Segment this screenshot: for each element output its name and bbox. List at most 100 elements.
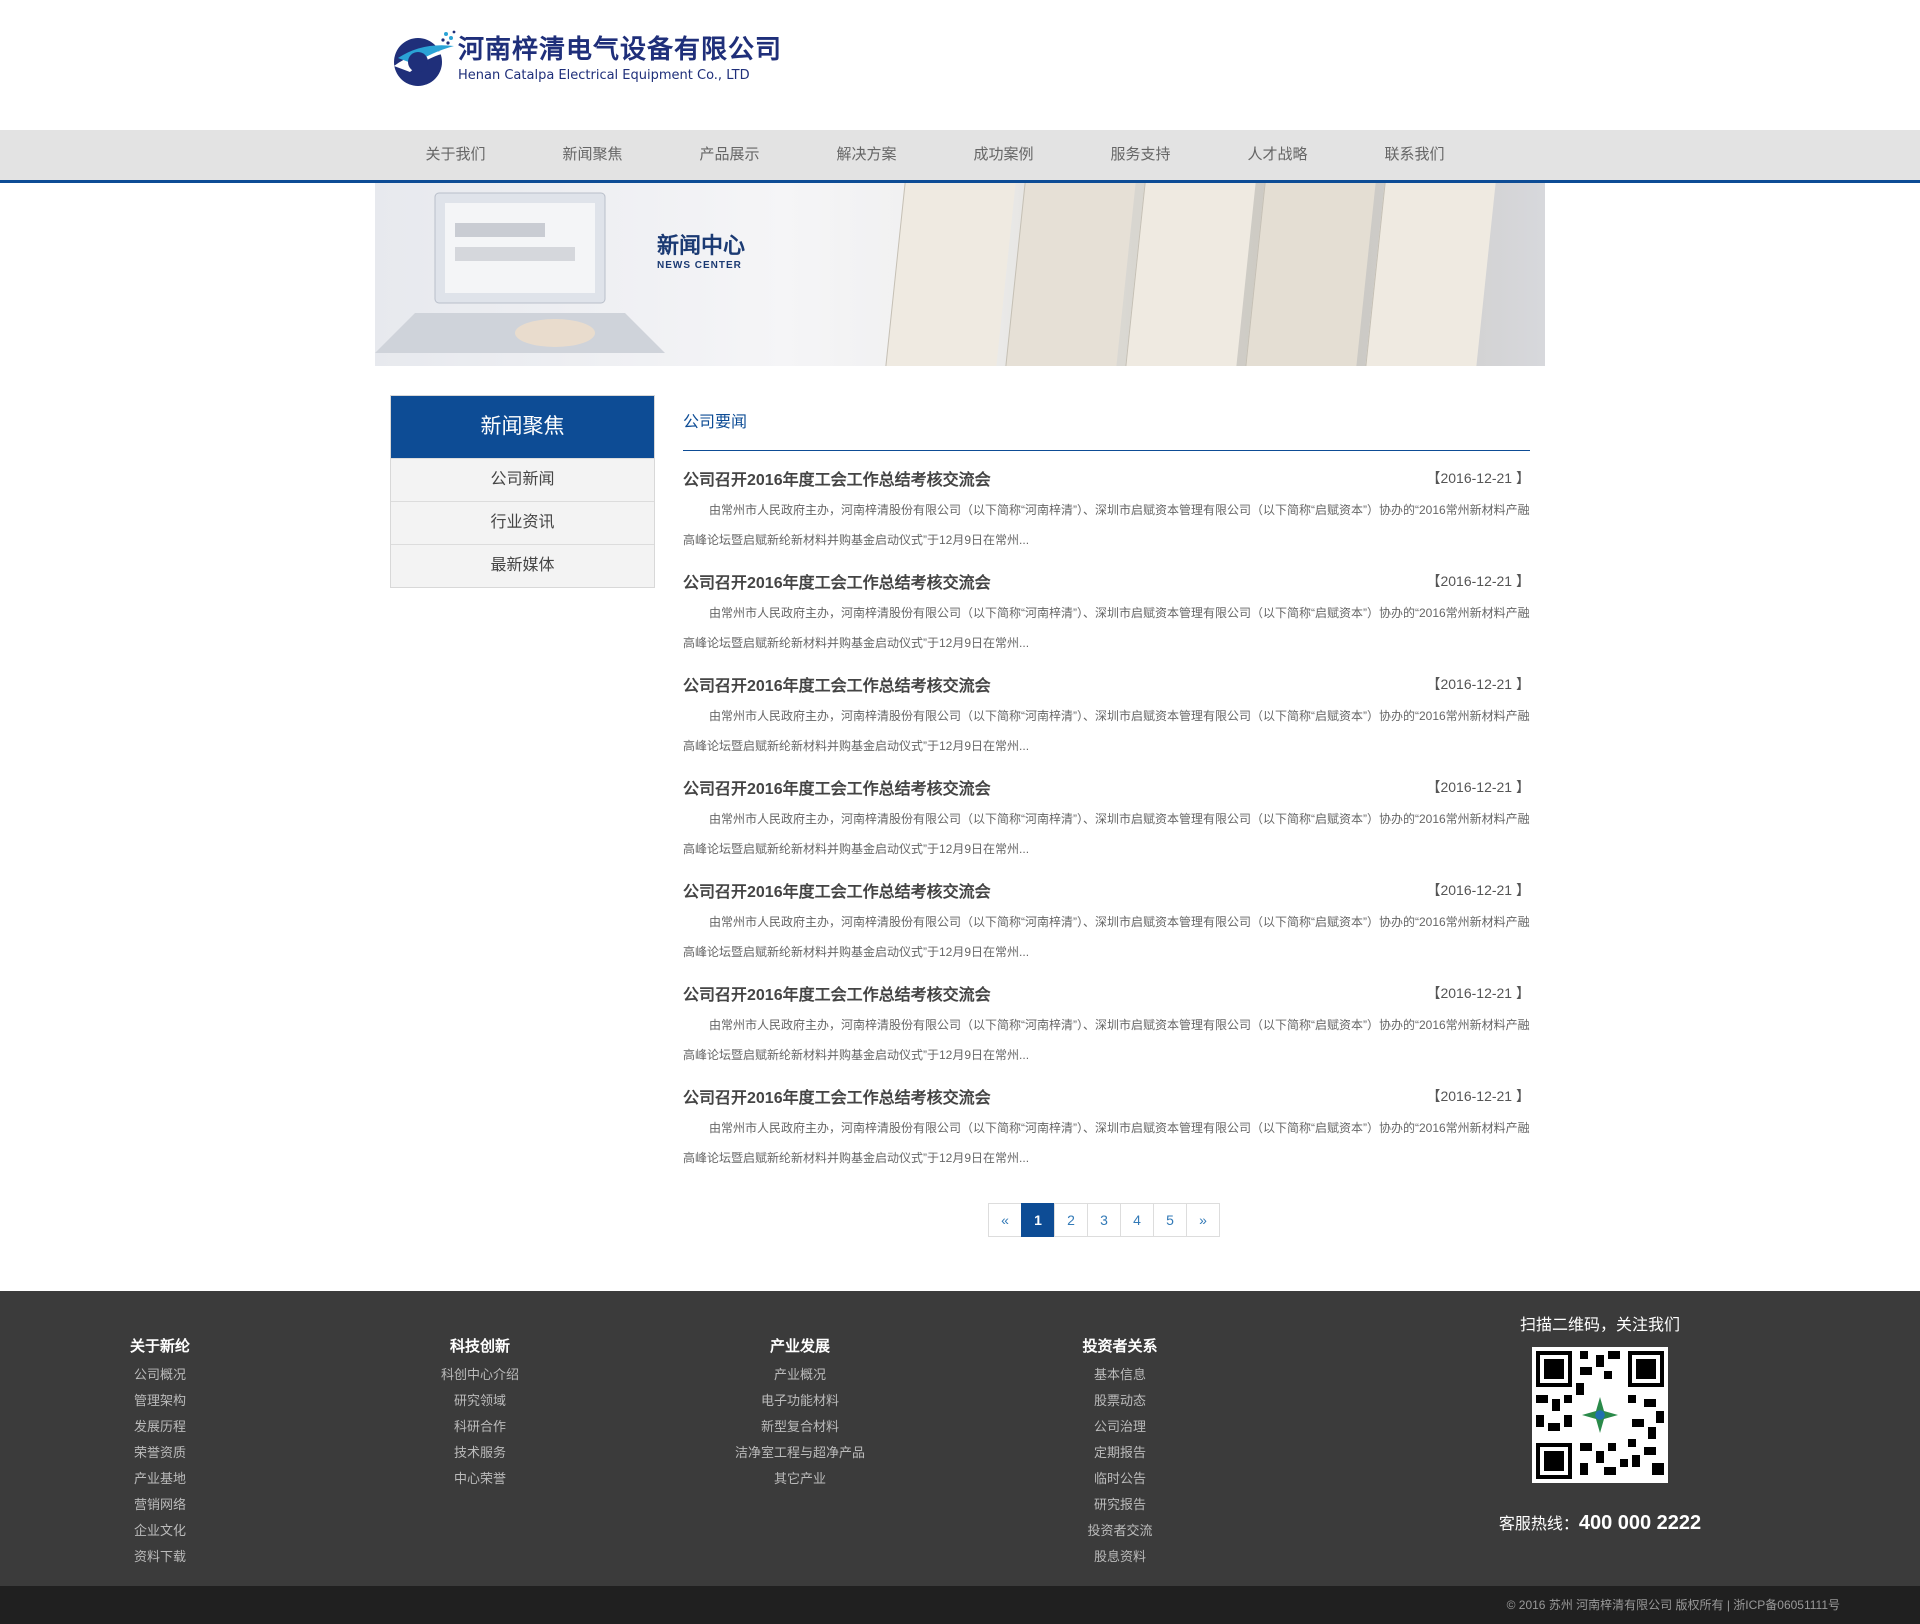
footer-link[interactable]: 公司治理 [1060,1414,1180,1440]
newspaper-stack [1125,183,1256,366]
news-summary: 由常州市人民政府主办，河南梓清股份有限公司（以下简称“河南梓清”）、深圳市启赋资… [683,812,1530,856]
footer-link[interactable]: 研究报告 [1060,1492,1180,1518]
footer-link[interactable]: 发展历程 [110,1414,210,1440]
footer-col-title: 科技创新 [449,1338,510,1355]
news-head: 公司召开2016年度工会工作总结考核交流会 【2016-12-21 】 [683,976,1530,1010]
logo-mark-icon [394,30,456,86]
news-date: 【2016-12-21 】 [1426,1088,1530,1104]
news-title-link[interactable]: 公司召开2016年度工会工作总结考核交流会 [683,466,991,490]
news-center-banner: 新闻中心 NEWS CENTER [375,183,1545,366]
footer-link[interactable]: 资料下载 [110,1544,210,1570]
qr-caption: 扫描二维码，关注我们 [1519,1317,1680,1334]
news-head: 公司召开2016年度工会工作总结考核交流会 【2016-12-21 】 [683,667,1530,701]
news-item: 公司召开2016年度工会工作总结考核交流会 【2016-12-21 】 由常州市… [683,1079,1530,1182]
pagination-page-5[interactable]: 5 [1153,1203,1187,1237]
footer-col-about: 关于新纶 公司概况 管理架构 发展历程 荣誉资质 产业基地 营销网络 企业文化 … [110,1335,210,1570]
qr-code-icon [1532,1347,1668,1483]
copyright-text: © 2016 苏州 河南梓清有限公司 版权所有 | 浙ICP备06051111号 [1506,1598,1840,1612]
footer-link[interactable]: 新型复合材料 [720,1414,880,1440]
nav-item-about[interactable]: 关于我们 [387,130,524,180]
footer: 关于新纶 公司概况 管理架构 发展历程 荣誉资质 产业基地 营销网络 企业文化 … [0,1291,1920,1586]
news-head: 公司召开2016年度工会工作总结考核交流会 【2016-12-21 】 [683,461,1530,495]
main-content: 公司要闻 公司召开2016年度工会工作总结考核交流会 【2016-12-21 】… [683,395,1530,1182]
sidebar-item-latest-media[interactable]: 最新媒体 [391,544,654,587]
nav-items: 关于我们 新闻聚焦 产品展示 解决方案 成功案例 服务支持 人才战略 联系我们 [387,130,1483,180]
nav-item-talent[interactable]: 人才战略 [1209,130,1346,180]
news-head: 公司召开2016年度工会工作总结考核交流会 【2016-12-21 】 [683,564,1530,598]
news-item: 公司召开2016年度工会工作总结考核交流会 【2016-12-21 】 由常州市… [683,770,1530,873]
footer-col-title: 投资者关系 [1082,1338,1158,1355]
hotline-label: 客服热线： [1498,1516,1579,1533]
news-title-link[interactable]: 公司召开2016年度工会工作总结考核交流会 [683,1084,991,1108]
pagination-page-1[interactable]: 1 [1021,1203,1055,1237]
news-title-link[interactable]: 公司召开2016年度工会工作总结考核交流会 [683,775,991,799]
news-item: 公司召开2016年度工会工作总结考核交流会 【2016-12-21 】 由常州市… [683,461,1530,564]
footer-link[interactable]: 股息资料 [1060,1544,1180,1570]
footer-link[interactable]: 基本信息 [1060,1362,1180,1388]
footer-link[interactable]: 临时公告 [1060,1466,1180,1492]
news-date: 【2016-12-21 】 [1426,779,1530,795]
news-item: 公司召开2016年度工会工作总结考核交流会 【2016-12-21 】 由常州市… [683,873,1530,976]
company-logo[interactable]: 河南梓清电气设备有限公司 Henan Catalpa Electrical Eq… [388,28,782,92]
footer-col-title: 关于新纶 [129,1338,190,1355]
news-item: 公司召开2016年度工会工作总结考核交流会 【2016-12-21 】 由常州市… [683,976,1530,1079]
qr-center-logo [1582,1397,1618,1433]
footer-link[interactable]: 企业文化 [110,1518,210,1544]
footer-link[interactable]: 投资者交流 [1060,1518,1180,1544]
nav-item-support[interactable]: 服务支持 [1072,130,1209,180]
pagination-page-3[interactable]: 3 [1087,1203,1121,1237]
nav-item-solutions[interactable]: 解决方案 [798,130,935,180]
news-summary: 由常州市人民政府主办，河南梓清股份有限公司（以下简称“河南梓清”）、深圳市启赋资… [683,915,1530,959]
news-title-link[interactable]: 公司召开2016年度工会工作总结考核交流会 [683,878,991,902]
news-date: 【2016-12-21 】 [1426,573,1530,589]
footer-link[interactable]: 公司概况 [110,1362,210,1388]
pagination-prev[interactable]: « [988,1203,1022,1237]
newspaper-stack [1365,183,1496,366]
footer-link[interactable]: 技术服务 [420,1440,540,1466]
newspaper-stack [1245,183,1376,366]
sidebar-title: 新闻聚焦 [391,396,654,458]
footer-link[interactable]: 中心荣誉 [420,1466,540,1492]
hotline-number[interactable]: 400 000 2222 [1579,1512,1701,1534]
footer-link[interactable]: 其它产业 [720,1466,880,1492]
news-list: 公司召开2016年度工会工作总结考核交流会 【2016-12-21 】 由常州市… [683,461,1530,1182]
footer-link[interactable]: 定期报告 [1060,1440,1180,1466]
news-date: 【2016-12-21 】 [1426,676,1530,692]
footer-link[interactable]: 营销网络 [110,1492,210,1518]
pagination-page-2[interactable]: 2 [1054,1203,1088,1237]
news-title-link[interactable]: 公司召开2016年度工会工作总结考核交流会 [683,981,991,1005]
sidebar-item-company-news[interactable]: 公司新闻 [391,458,654,501]
news-date: 【2016-12-21 】 [1426,470,1530,486]
footer-link[interactable]: 管理架构 [110,1388,210,1414]
footer-link[interactable]: 荣誉资质 [110,1440,210,1466]
footer-link[interactable]: 产业概况 [720,1362,880,1388]
nav-item-contact[interactable]: 联系我们 [1346,130,1483,180]
news-date: 【2016-12-21 】 [1426,882,1530,898]
pagination-next[interactable]: » [1186,1203,1220,1237]
newspaper-stack [885,183,1016,366]
pagination: « 1 2 3 4 5 » [988,1203,1220,1237]
news-head: 公司召开2016年度工会工作总结考核交流会 【2016-12-21 】 [683,770,1530,804]
footer-link[interactable]: 科研合作 [420,1414,540,1440]
pagination-page-4[interactable]: 4 [1120,1203,1154,1237]
news-summary: 由常州市人民政府主办，河南梓清股份有限公司（以下简称“河南梓清”）、深圳市启赋资… [683,1018,1530,1062]
footer-link[interactable]: 研究领域 [420,1388,540,1414]
laptop-illustration [375,192,665,353]
footer-link[interactable]: 科创中心介绍 [420,1362,540,1388]
news-title-link[interactable]: 公司召开2016年度工会工作总结考核交流会 [683,569,991,593]
footer-link[interactable]: 产业基地 [110,1466,210,1492]
nav-item-cases[interactable]: 成功案例 [935,130,1072,180]
qr-block: 扫描二维码，关注我们 客服热线：400 000 2222 [1480,1311,1720,1535]
main-nav: 关于我们 新闻聚焦 产品展示 解决方案 成功案例 服务支持 人才战略 联系我们 [0,130,1920,183]
sidebar-item-industry-info[interactable]: 行业资讯 [391,501,654,544]
newspaper-stack [1005,183,1136,366]
news-summary: 由常州市人民政府主办，河南梓清股份有限公司（以下简称“河南梓清”）、深圳市启赋资… [683,709,1530,753]
header: 河南梓清电气设备有限公司 Henan Catalpa Electrical Eq… [0,0,1920,130]
footer-link[interactable]: 洁净室工程与超净产品 [720,1440,880,1466]
footer-link[interactable]: 股票动态 [1060,1388,1180,1414]
nav-item-news[interactable]: 新闻聚焦 [524,130,661,180]
footer-link[interactable]: 电子功能材料 [720,1388,880,1414]
footer-col-investors: 投资者关系 基本信息 股票动态 公司治理 定期报告 临时公告 研究报告 投资者交… [1060,1335,1180,1570]
nav-item-products[interactable]: 产品展示 [661,130,798,180]
news-title-link[interactable]: 公司召开2016年度工会工作总结考核交流会 [683,672,991,696]
